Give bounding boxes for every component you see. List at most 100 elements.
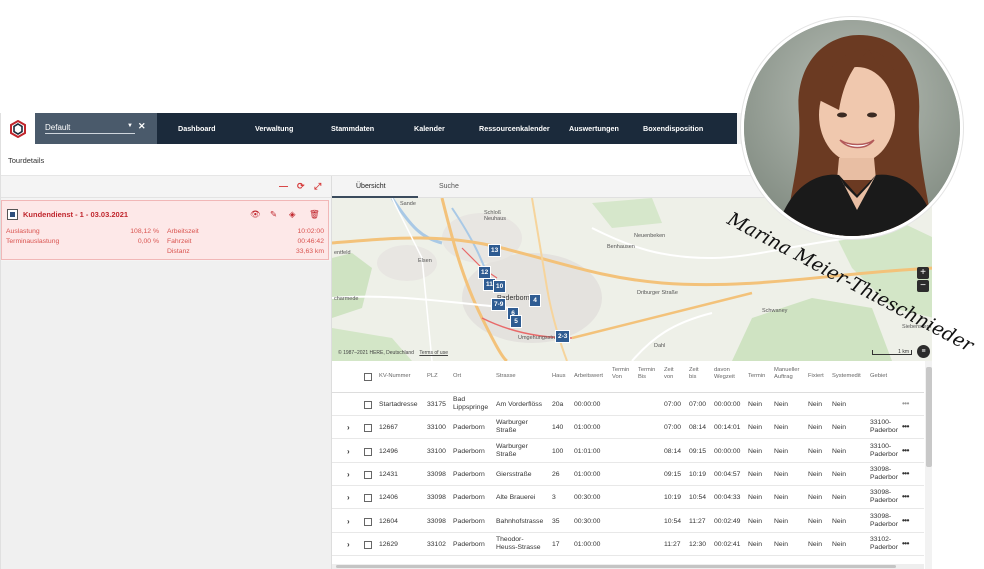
nav-boxendisposition[interactable]: Boxendisposition [643, 124, 703, 133]
th-plz[interactable]: PLZ [427, 373, 438, 380]
th-termin[interactable]: Termin [748, 373, 765, 380]
th-ort[interactable]: Ort [453, 373, 461, 380]
nav-kalender[interactable]: Kalender [414, 124, 445, 133]
row-actions-icon[interactable]: ••• [902, 539, 909, 548]
map-pin-2-3[interactable]: 2-3 [555, 330, 571, 343]
profile-select[interactable]: Default ▼ [45, 121, 135, 134]
row-checkbox[interactable] [364, 494, 372, 503]
row-checkbox[interactable] [364, 401, 372, 409]
map-pin-10[interactable]: 10 [493, 280, 507, 293]
row-actions-icon[interactable]: ••• [902, 399, 909, 408]
table-row[interactable]: › 12496 33100 Paderborn Warburger Straße 100 0… [332, 440, 924, 463]
eye-icon[interactable]: 👁 [250, 209, 261, 220]
table-row[interactable]: › 12667 33100 Paderborn Warburger Straße 140 0… [332, 416, 924, 440]
row-actions-icon[interactable]: ••• [902, 492, 909, 501]
cell-strasse: Giersstraße [496, 470, 532, 478]
table-row[interactable]: Startadresse 33175 Bad Lippspringe Am Vorde… [332, 393, 924, 416]
row-checkbox[interactable] [364, 470, 372, 479]
app-logo[interactable] [1, 113, 35, 144]
th-zeit-bis[interactable]: Zeit bis [689, 367, 699, 381]
cell-kv: 12667 [379, 424, 398, 432]
cell-zeit_bis: 09:15 [689, 447, 707, 455]
cell-plz: 33102 [427, 540, 446, 548]
th-zeit-von[interactable]: Zeit von [664, 367, 674, 381]
expand-row-icon[interactable]: › [347, 540, 350, 549]
zoom-out-button[interactable]: − [917, 280, 929, 292]
row-checkbox[interactable] [364, 424, 372, 433]
cell-zeit_bis: 08:14 [689, 424, 707, 432]
nav-ressourcenkalender[interactable]: Ressourcenkalender [479, 124, 550, 133]
th-kv[interactable]: KV-Nummer [379, 373, 411, 380]
row-actions-icon[interactable]: ••• [902, 516, 909, 525]
th-termin-bis[interactable]: Termin Bis [638, 367, 655, 381]
refresh-icon[interactable]: ⟳ [297, 181, 305, 192]
table-horizontal-scrollbar[interactable] [332, 564, 924, 569]
expand-row-icon[interactable]: › [347, 517, 350, 526]
expand-icon[interactable]: ⤢ [314, 181, 321, 192]
map-pin-4[interactable]: 4 [529, 294, 541, 307]
cell-manueller: Nein [774, 470, 788, 478]
trash-icon[interactable]: 🗑 [309, 209, 320, 220]
expand-row-icon[interactable]: › [347, 447, 350, 456]
map-terms-link[interactable]: Terms of use [419, 350, 448, 356]
table-row[interactable]: › 12431 33098 Paderborn Giersstraße 26 01:00:0… [332, 463, 924, 486]
cell-davon: 00:00:00 [714, 447, 741, 455]
th-gebiet[interactable]: Gebiet [870, 373, 887, 380]
cell-zeit_bis: 11:27 [689, 517, 706, 525]
row-actions-icon[interactable]: ••• [902, 422, 909, 431]
map-pin-5[interactable]: 5 [510, 315, 522, 328]
cell-kv: 12406 [379, 494, 398, 502]
clear-icon[interactable]: ✕ [138, 121, 146, 132]
th-manueller-auftrag[interactable]: Manueller Auftrag [774, 367, 799, 381]
map-pin-13[interactable]: 13 [488, 244, 502, 257]
scrollbar-thumb[interactable] [926, 367, 932, 467]
nav-auswertungen[interactable]: Auswertungen [569, 124, 619, 133]
table-row[interactable]: › 12629 33102 Paderborn Theodor- Heuss-Stras… [332, 533, 924, 556]
map-pin-7-9[interactable]: 7-9 [491, 298, 507, 311]
expand-row-icon[interactable]: › [347, 423, 350, 432]
cell-systemedit: Nein [832, 447, 846, 455]
collapse-icon[interactable]: — [279, 181, 288, 191]
arbeitszeit-label: Arbeitszeit [167, 228, 199, 235]
cell-ort: Paderborn [453, 470, 485, 478]
cell-arbeitswert: 01:00:00 [574, 540, 601, 548]
th-haus[interactable]: Haus [552, 373, 566, 380]
tour-color-checkbox[interactable] [7, 209, 18, 220]
th-davon-wegzeit[interactable]: davon Wegzeit [714, 367, 735, 381]
select-all-checkbox[interactable] [364, 373, 372, 381]
row-actions-icon[interactable]: ••• [902, 446, 909, 455]
th-strasse[interactable]: Strasse [496, 373, 516, 380]
paint-bucket-icon[interactable]: ◈ [289, 209, 296, 220]
scrollbar-thumb-horizontal[interactable] [336, 565, 896, 568]
cell-zeit_bis: 10:19 [689, 470, 707, 478]
th-termin-von[interactable]: Termin Von [612, 367, 629, 381]
row-actions-icon[interactable]: ••• [902, 469, 909, 478]
arbeitszeit-value: 10:02:00 [297, 228, 324, 235]
table-row[interactable]: › 12604 33098 Paderborn Bahnhofstrasse 35 00:3… [332, 510, 924, 533]
map-copyright: © 1987–2021 HERE, Deutschland [338, 350, 414, 356]
cell-ort: Paderborn [453, 517, 485, 525]
expand-row-icon[interactable]: › [347, 470, 350, 479]
th-fixiert[interactable]: Fixiert [808, 373, 824, 380]
edit-icon[interactable]: ✎ [270, 209, 277, 220]
nav-stammdaten[interactable]: Stammdaten [331, 124, 374, 133]
th-systemedit[interactable]: Systemedit [832, 373, 861, 380]
th-arbeitswert[interactable]: Arbeitswert [574, 373, 603, 380]
table-vertical-scrollbar[interactable] [925, 361, 932, 569]
expand-row-icon[interactable]: › [347, 493, 350, 502]
table-row[interactable]: › 12406 33098 Paderborn Alte Brauerei 3 00:30:… [332, 486, 924, 510]
row-checkbox[interactable] [364, 517, 372, 526]
cell-plz: 33175 [427, 401, 446, 408]
row-checkbox[interactable] [364, 540, 372, 549]
cell-plz: 33098 [427, 494, 446, 502]
nav-dashboard[interactable]: Dashboard [178, 124, 216, 133]
tour-card[interactable]: Kundendienst - 1 - 03.03.2021 👁 ✎ ◈ 🗑 Au… [1, 200, 329, 260]
tab-uebersicht[interactable]: Übersicht [356, 183, 386, 190]
tab-suche[interactable]: Suche [439, 183, 459, 190]
top-navbar: Default ▼ ✕ Dashboard Verwaltung Stammda… [1, 113, 737, 144]
layers-icon[interactable]: ≡ [917, 345, 930, 358]
row-checkbox[interactable] [364, 447, 372, 456]
cell-zeit_von: 07:00 [664, 424, 682, 432]
zoom-in-button[interactable]: + [917, 267, 929, 279]
nav-verwaltung[interactable]: Verwaltung [255, 124, 293, 133]
